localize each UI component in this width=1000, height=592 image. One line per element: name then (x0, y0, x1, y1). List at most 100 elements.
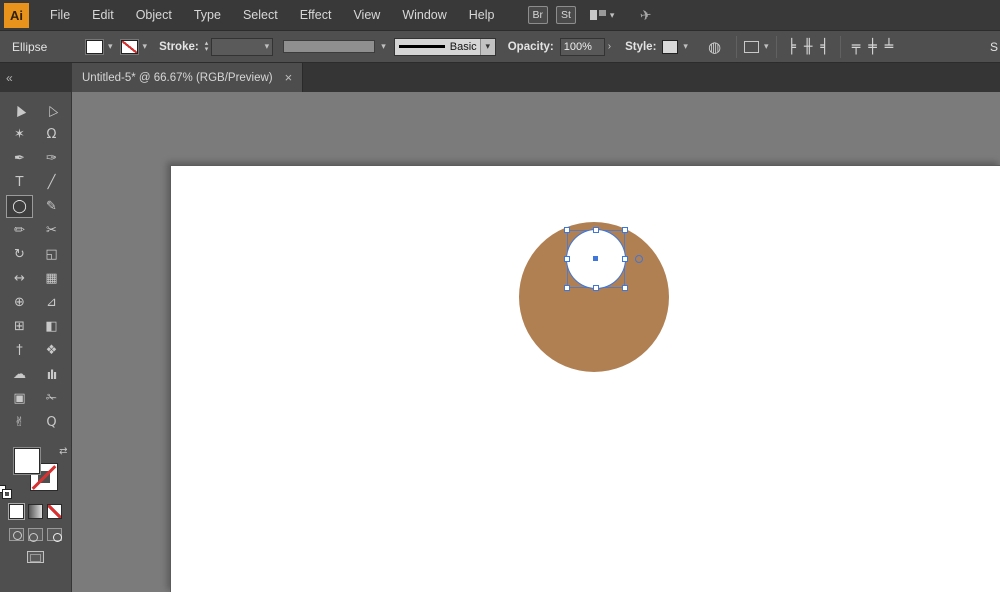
fill-color-dropdown[interactable]: ▾ (86, 40, 113, 54)
workspace-switcher-icon[interactable]: ▾ (590, 10, 615, 21)
align-horizontal-left-icon[interactable]: ╞ (784, 39, 800, 55)
graphic-style-swatch-icon (662, 40, 678, 54)
menu-edit[interactable]: Edit (81, 8, 125, 22)
gradient-button[interactable] (28, 504, 43, 519)
selection-handle-bottom-center[interactable] (593, 285, 599, 291)
selection-handle-top-right[interactable] (622, 227, 628, 233)
menu-select[interactable]: Select (232, 8, 289, 22)
selection-handle-bottom-right[interactable] (622, 285, 628, 291)
selection-center-point[interactable] (593, 256, 598, 261)
collapse-panels-icon[interactable]: « (6, 71, 13, 85)
isolate-mode-button[interactable]: ▾ (744, 41, 769, 53)
canvas[interactable] (72, 92, 1000, 592)
magic-wand-tool[interactable]: ✶ (6, 123, 33, 146)
bridge-button[interactable]: Br (528, 6, 549, 24)
menubar: Ai File Edit Object Type Select Effect V… (0, 0, 1000, 30)
chevron-down-icon: ▾ (610, 10, 615, 21)
graphic-style-dropdown[interactable]: ▾ (662, 40, 688, 54)
curvature-tool[interactable]: ✑ (38, 147, 65, 170)
none-button[interactable] (47, 504, 62, 519)
menu-type[interactable]: Type (183, 8, 232, 22)
chevron-down-icon: ▾ (683, 41, 688, 52)
width-profile-preview-icon (283, 40, 375, 53)
selection-handle-bottom-left[interactable] (564, 285, 570, 291)
mesh-tool[interactable]: ⊞ (6, 315, 33, 338)
menu-effect[interactable]: Effect (289, 8, 343, 22)
rotate-tool[interactable]: ↻ (6, 243, 33, 266)
lasso-tool[interactable]: Ω (38, 123, 65, 146)
tools-panel: ▶ ▷ ✶ Ω ✒ ✑ T ╱ ◯ ✎ ✏ ✂ ↻ ◱ ↔ ▦ ⊕ ⊿ ⊞ ◧ (0, 92, 72, 592)
overflow-label: S (990, 40, 998, 54)
gradient-tool[interactable]: ◧ (38, 315, 65, 338)
scissors-tool[interactable]: ✂ (38, 219, 65, 242)
artboard[interactable] (170, 165, 1000, 592)
screen-mode-button[interactable] (27, 551, 44, 563)
document-setup-icon (744, 41, 759, 53)
chevron-down-icon: ▾ (480, 39, 495, 55)
chevron-right-icon[interactable]: › (608, 41, 611, 52)
align-vertical-top-icon[interactable]: ╤ (848, 39, 864, 55)
align-horizontal-right-icon[interactable]: ╡ (816, 39, 832, 55)
draw-inside-button[interactable] (47, 528, 62, 541)
hand-tool[interactable]: ✌ (6, 411, 33, 434)
menu-view[interactable]: View (342, 8, 391, 22)
illustrator-window: Ai File Edit Object Type Select Effect V… (0, 0, 1000, 592)
column-graph-tool[interactable]: ılı (38, 363, 65, 386)
share-icon[interactable]: ✈ (639, 6, 653, 24)
pen-tool[interactable]: ✒ (6, 147, 33, 170)
stock-button[interactable]: St (556, 6, 576, 24)
opacity-input[interactable] (560, 38, 605, 56)
draw-behind-button[interactable] (28, 528, 43, 541)
eyedropper-tool[interactable]: † (6, 339, 33, 362)
align-group-horizontal: ╞ ╫ ╡ (784, 39, 833, 55)
paintbrush-tool[interactable]: ✎ (38, 195, 65, 218)
align-group-vertical: ╤ ╪ ╧ (848, 39, 897, 55)
document-tab[interactable]: Untitled-5* @ 66.67% (RGB/Preview) × (72, 63, 303, 92)
default-fill-stroke-icon[interactable] (0, 485, 11, 498)
draw-normal-button[interactable] (9, 528, 24, 541)
menu-window[interactable]: Window (391, 8, 457, 22)
separator (776, 36, 777, 58)
swap-fill-stroke-icon[interactable]: ⇄ (59, 446, 67, 457)
menu-help[interactable]: Help (458, 8, 506, 22)
style-label: Style: (625, 41, 656, 53)
artboard-tool[interactable]: ▣ (6, 387, 33, 410)
ellipse-tool[interactable]: ◯ (6, 195, 33, 218)
align-horizontal-center-icon[interactable]: ╫ (800, 39, 816, 55)
menu-object[interactable]: Object (125, 8, 183, 22)
brush-definition-dropdown[interactable]: Basic ▾ (394, 38, 496, 56)
line-segment-tool[interactable]: ╱ (38, 171, 65, 194)
selection-handle-middle-left[interactable] (564, 256, 570, 262)
symbol-sprayer-tool[interactable]: ☁ (6, 363, 33, 386)
tab-close-icon[interactable]: × (285, 70, 293, 85)
app-logo: Ai (4, 3, 29, 28)
chevron-down-icon: ▾ (108, 41, 113, 52)
menu-file[interactable]: File (39, 8, 81, 22)
align-vertical-center-icon[interactable]: ╪ (864, 39, 880, 55)
shape-builder-tool[interactable]: ⊕ (6, 291, 33, 314)
stroke-weight-dropdown[interactable]: ▾ (211, 38, 273, 56)
stroke-color-dropdown[interactable]: ▾ (121, 40, 148, 54)
recolor-artwork-icon[interactable]: ◍ (708, 38, 721, 56)
width-profile-dropdown[interactable]: ▾ (283, 40, 386, 53)
color-button[interactable] (9, 504, 24, 519)
free-transform-tool[interactable]: ▦ (38, 267, 65, 290)
workspace-pane-icon (590, 10, 597, 20)
blend-tool[interactable]: ❖ (38, 339, 65, 362)
stroke-weight-stepper[interactable]: ▴ ▾ (205, 41, 209, 53)
width-tool[interactable]: ↔ (6, 267, 33, 290)
default-stroke-icon (3, 490, 11, 498)
selection-handle-top-center[interactable] (593, 227, 599, 233)
selection-handle-middle-right[interactable] (622, 256, 628, 262)
pencil-tool[interactable]: ✏ (6, 219, 33, 242)
brush-definition-value: Basic (450, 41, 480, 53)
fill-swatch[interactable] (14, 448, 40, 474)
align-vertical-bottom-icon[interactable]: ╧ (881, 39, 897, 55)
zoom-tool[interactable]: Q (38, 411, 65, 434)
slice-tool[interactable]: ✁ (38, 387, 65, 410)
type-tool[interactable]: T (6, 171, 33, 194)
scale-tool[interactable]: ◱ (38, 243, 65, 266)
live-shape-widget[interactable] (635, 255, 643, 263)
selection-handle-top-left[interactable] (564, 227, 570, 233)
perspective-grid-tool[interactable]: ⊿ (38, 291, 65, 314)
